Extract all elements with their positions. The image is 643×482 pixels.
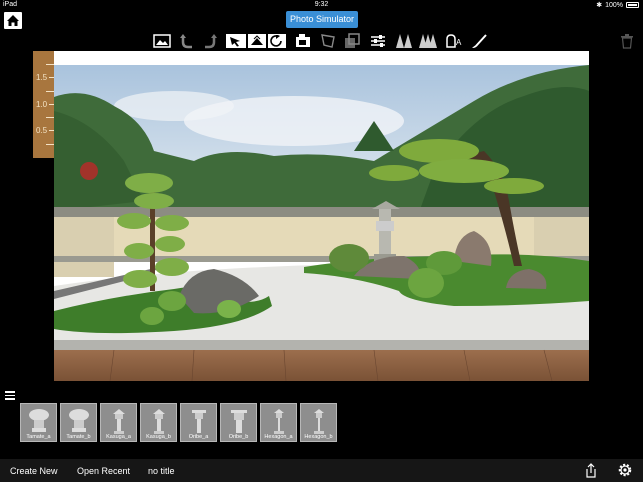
bluetooth-icon: ✱ [596,2,603,9]
open-recent-button[interactable]: Open Recent [77,466,130,476]
lantern-icon [192,410,206,433]
ruler-label: 1.5 [36,73,48,82]
svg-text:A: A [456,38,462,47]
select-icon [230,37,240,47]
tray-item-label: Oribe_a [188,434,209,440]
camera-icon [296,34,310,47]
height-ruler[interactable]: 1.5 1.0 0.5 [33,51,54,158]
photo-button[interactable] [152,31,172,51]
create-new-button[interactable]: Create New [10,466,58,476]
tray-item[interactable]: Oribe_a [180,403,217,442]
share-button[interactable] [585,463,597,480]
eraser-icon: A [446,34,462,48]
tray-item-label: Hexagon_a [264,434,293,440]
status-right: ✱ 100% [596,1,639,9]
clock: 9:32 [314,1,329,8]
double-tree-button[interactable] [418,31,438,51]
undo-icon [180,34,192,49]
perspective-icon [321,34,335,48]
tray-item-label: Kasuga_a [106,434,131,440]
lantern-icon [274,409,284,434]
tray-menu-button[interactable] [5,391,15,400]
tray-item-label: Hexagon_b [304,434,333,440]
layer-icon [345,33,360,48]
photo-icon [153,34,171,48]
ruler-label: 0.5 [36,126,48,135]
trash-icon [621,34,633,49]
undo-button[interactable] [177,31,197,51]
lantern-icon [113,409,125,434]
lantern-icon [69,409,89,432]
tray-item[interactable]: Hexagon_b [300,403,337,442]
file-name: no title [148,466,175,476]
single-tree-icon [396,34,412,48]
eraser-button[interactable]: A [444,31,464,51]
tray-item-label: Oribe_b [228,434,249,440]
tray-item[interactable]: Kasuga_a [100,403,137,442]
rotate-button[interactable] [268,34,286,48]
tray-item[interactable]: Tamate_b [60,403,97,442]
adjust-icon [371,35,385,47]
redo-icon [205,34,217,49]
camera-button[interactable] [293,31,313,51]
flip-icon [251,35,263,45]
lantern-icon [314,409,324,434]
select-button[interactable] [226,34,246,48]
perspective-button[interactable] [318,31,338,51]
layer-button[interactable] [342,31,362,51]
redo-button[interactable] [200,31,220,51]
toolbar: A [150,31,500,51]
single-tree-button[interactable] [394,31,414,51]
share-icon [586,463,596,478]
home-button[interactable] [4,12,22,29]
garden-photo [54,65,589,381]
lantern-icon [153,409,165,434]
garden-canvas[interactable] [54,51,589,381]
tray-item[interactable]: Kasuga_b [140,403,177,442]
brush-icon [472,34,487,48]
ruler-label: 1.0 [36,100,48,109]
gear-icon [618,463,632,477]
tray-item-label: Tamate_b [66,434,91,440]
bottom-bar: Create New Open Recent no title [0,459,643,482]
trash-button[interactable] [620,33,636,49]
double-tree-icon [419,34,437,48]
item-tray: Tamate_a Tamate_b Kasuga_a Kasuga_b Orib… [20,403,337,443]
flip-button[interactable] [248,34,266,48]
tray-item[interactable]: Hexagon_a [260,403,297,442]
home-icon [4,12,22,29]
tray-item-label: Kasuga_b [146,434,171,440]
status-bar: iPad 9:32 ✱ 100% [0,0,643,10]
tray-item[interactable]: Oribe_b [220,403,257,442]
tray-item-label: Tamate_a [26,434,51,440]
lantern-icon [29,409,49,432]
lantern-icon [231,410,247,433]
rotate-icon [270,35,282,47]
settings-button[interactable] [617,462,633,480]
app-title: Photo Simulator [286,11,358,28]
tray-item[interactable]: Tamate_a [20,403,57,442]
adjust-button[interactable] [368,31,388,51]
brush-button[interactable] [470,31,490,51]
battery-icon [626,2,639,8]
battery-percent: 100% [605,1,623,9]
